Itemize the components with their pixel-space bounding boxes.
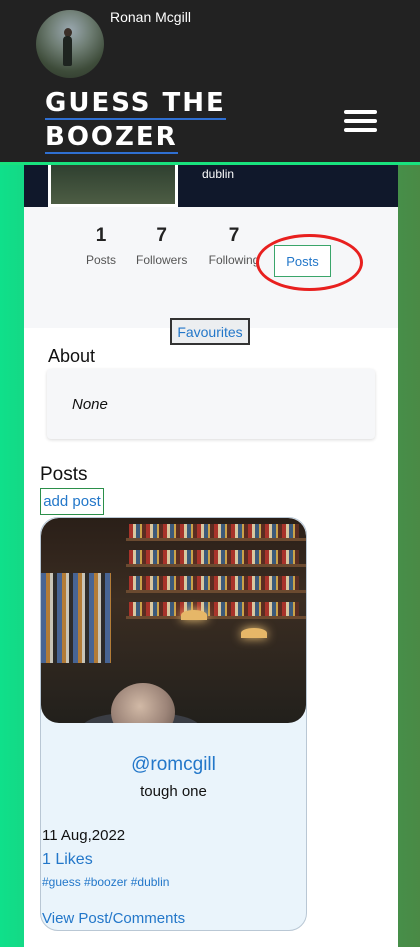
post-image[interactable] bbox=[41, 518, 306, 723]
profile-card: dublin 1 Posts 7 Followers 7 Following P… bbox=[24, 165, 398, 947]
books bbox=[129, 524, 299, 538]
about-heading: About bbox=[48, 346, 96, 366]
lamp bbox=[181, 610, 207, 620]
stat-posts-value: 1 bbox=[95, 225, 107, 246]
about-box: None bbox=[47, 369, 375, 439]
brand-line-2: BOOZER bbox=[45, 122, 178, 154]
favourites-button[interactable]: Favourites bbox=[170, 318, 250, 345]
post-caption: tough one bbox=[140, 783, 207, 800]
post-card[interactable]: @romcgill tough one 11 Aug,2022 1 Likes … bbox=[40, 517, 307, 931]
avatar-person-figure bbox=[63, 36, 72, 66]
username: Ronan Mcgill bbox=[110, 9, 191, 25]
brand-line-1: GUESS THE bbox=[45, 88, 226, 120]
shelf bbox=[126, 538, 306, 541]
post-likes[interactable]: 1 Likes bbox=[42, 851, 93, 869]
highlight-circle-annotation bbox=[256, 234, 363, 291]
hamburger-bar bbox=[344, 128, 377, 132]
profile-cover: dublin bbox=[24, 165, 398, 207]
stat-posts-label: Posts bbox=[86, 253, 117, 267]
top-header: Ronan Mcgill GUESS THE BOOZER bbox=[0, 0, 420, 165]
books bbox=[129, 602, 299, 616]
shelf bbox=[126, 564, 306, 567]
add-post-button[interactable]: add post bbox=[40, 488, 104, 515]
stat-followers-label: Followers bbox=[136, 253, 188, 267]
about-text: None bbox=[72, 396, 108, 413]
stat-following-label: Following bbox=[208, 253, 260, 267]
post-tags[interactable]: #guess #boozer #dublin bbox=[42, 875, 169, 889]
person-head bbox=[111, 683, 175, 723]
stat-followers-value: 7 bbox=[156, 225, 167, 246]
bar-bottles bbox=[41, 573, 111, 663]
stat-following-value: 7 bbox=[228, 225, 240, 246]
view-post-comments-link[interactable]: View Post/Comments bbox=[42, 910, 185, 927]
post-date: 11 Aug,2022 bbox=[42, 827, 126, 844]
profile-location: dublin bbox=[202, 167, 235, 181]
stat-posts: 1 Posts bbox=[86, 225, 116, 267]
hamburger-bar bbox=[344, 119, 377, 123]
posts-heading: Posts bbox=[40, 464, 88, 485]
brand-logo[interactable]: GUESS THE BOOZER bbox=[45, 86, 226, 154]
stat-following[interactable]: 7 Following bbox=[207, 225, 261, 267]
books bbox=[129, 576, 299, 590]
lamp bbox=[241, 628, 267, 638]
stats-panel: 1 Posts 7 Followers 7 Following Posts Fa… bbox=[24, 207, 398, 345]
post-author-handle[interactable]: @romcgill bbox=[41, 754, 306, 776]
hamburger-bar bbox=[344, 110, 377, 114]
stat-followers[interactable]: 7 Followers bbox=[136, 225, 187, 267]
profile-photo bbox=[48, 165, 178, 207]
user-avatar[interactable] bbox=[36, 10, 104, 78]
shelf bbox=[126, 590, 306, 593]
books bbox=[129, 550, 299, 564]
hamburger-menu-icon[interactable] bbox=[344, 110, 377, 132]
shelf bbox=[126, 616, 306, 619]
